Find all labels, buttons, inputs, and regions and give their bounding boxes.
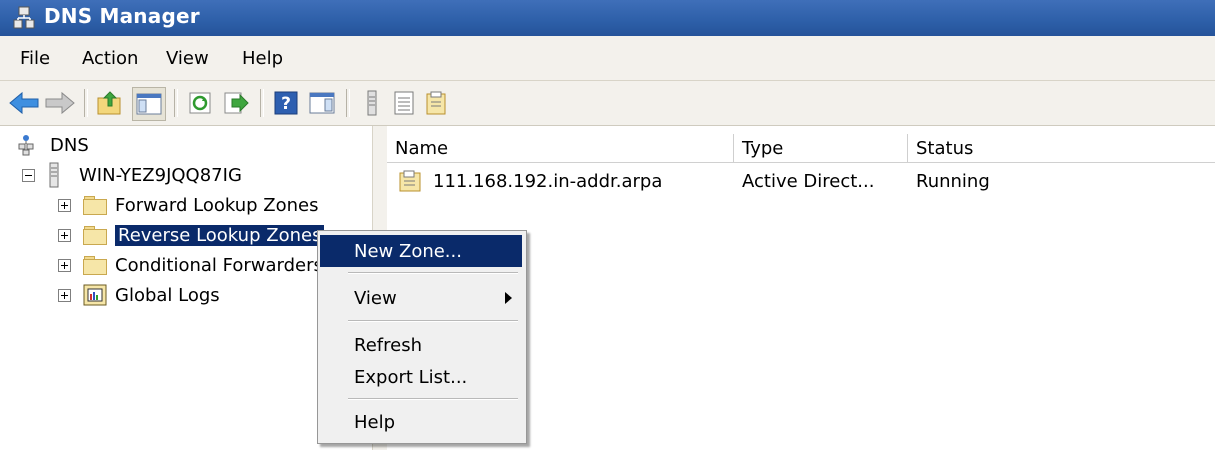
toolbar-separator [260, 89, 264, 117]
tree-label: Global Logs [115, 284, 220, 306]
menu-item-label: View [354, 287, 397, 309]
menu-item-refresh[interactable]: Refresh [320, 329, 522, 361]
tree-label: WIN-YEZ9JQQ87IG [79, 164, 242, 186]
menu-item-help[interactable]: Help [320, 406, 522, 438]
back-icon[interactable] [8, 87, 40, 119]
zone-file-icon [399, 166, 423, 196]
dns-icon [16, 134, 36, 156]
up-folder-icon[interactable] [94, 87, 126, 119]
dns-manager-app-icon [12, 6, 36, 30]
server-icon [47, 162, 61, 188]
column-header-name[interactable]: Name [387, 134, 734, 162]
list-icon[interactable] [388, 87, 420, 119]
svg-text:?: ? [281, 94, 291, 114]
menu-item-label: Help [354, 411, 396, 433]
zone-name: 111.168.192.in-addr.arpa [433, 170, 663, 192]
menu-separator [348, 272, 518, 274]
submenu-arrow-icon [505, 292, 512, 304]
expand-toggle[interactable] [58, 288, 71, 302]
window-title: DNS Manager [44, 4, 200, 28]
menu-item-view[interactable]: View [320, 282, 522, 314]
properties-icon[interactable] [420, 87, 452, 119]
zone-type: Active Direct... [742, 170, 875, 192]
collapse-toggle[interactable] [22, 168, 35, 182]
show-hide-tree-icon[interactable] [132, 87, 166, 121]
folder-icon [83, 196, 107, 215]
menu-item-export-list[interactable]: Export List... [320, 361, 522, 393]
menu-bar: File Action View Help [0, 36, 1215, 81]
menu-separator [348, 398, 518, 400]
server-icon[interactable] [356, 87, 388, 119]
menu-item-new-zone[interactable]: New Zone... [320, 235, 522, 267]
menu-help[interactable]: Help [236, 46, 289, 71]
toolbar-separator [174, 89, 178, 117]
toolbar-separator [84, 89, 88, 117]
context-menu: New Zone... View Refresh Export List... … [317, 230, 527, 444]
title-bar[interactable]: DNS Manager [0, 0, 1215, 36]
toolbar: ? [0, 81, 1215, 126]
tree-node-reverse-lookup-zones[interactable]: Reverse Lookup Zones [58, 220, 325, 250]
menu-action[interactable]: Action [76, 46, 144, 71]
expand-toggle[interactable] [58, 258, 71, 272]
column-header-status[interactable]: Status [908, 134, 1215, 162]
expand-toggle[interactable] [58, 228, 71, 242]
forward-icon[interactable] [44, 87, 76, 119]
tree-node-global-logs[interactable]: Global Logs [58, 280, 220, 310]
tree-label-selected: Reverse Lookup Zones [115, 224, 325, 246]
menu-file[interactable]: File [14, 46, 56, 71]
tree-label: Conditional Forwarders [115, 254, 323, 276]
tree-label: Forward Lookup Zones [115, 194, 319, 216]
dns-manager-window: DNS Manager File Action View Help ? DNS … [0, 0, 1215, 450]
tree-node-conditional-forwarders[interactable]: Conditional Forwarders [58, 250, 323, 280]
expand-toggle[interactable] [58, 198, 71, 212]
menu-item-label: Export List... [354, 366, 468, 388]
menu-item-label: New Zone... [354, 240, 462, 262]
list-item[interactable]: 111.168.192.in-addr.arpa Active Direct..… [387, 166, 1215, 196]
zone-status: Running [916, 170, 990, 192]
menu-view[interactable]: View [160, 46, 215, 71]
folder-icon [83, 226, 107, 245]
tree-node-dns[interactable]: DNS [16, 130, 89, 160]
event-log-icon [83, 284, 107, 306]
export-list-icon[interactable] [220, 87, 252, 119]
menu-item-label: Refresh [354, 334, 422, 356]
tree-node-forward-lookup-zones[interactable]: Forward Lookup Zones [58, 190, 318, 220]
action-pane-icon[interactable] [306, 87, 338, 119]
help-icon[interactable]: ? [270, 87, 302, 119]
list-header: Name Type Status [387, 134, 1215, 163]
tree-label: DNS [50, 134, 89, 156]
menu-separator [348, 320, 518, 322]
column-header-type[interactable]: Type [734, 134, 908, 162]
refresh-icon[interactable] [184, 87, 216, 119]
tree-node-server[interactable]: WIN-YEZ9JQQ87IG [22, 160, 242, 190]
folder-icon [83, 256, 107, 275]
toolbar-separator [346, 89, 350, 117]
